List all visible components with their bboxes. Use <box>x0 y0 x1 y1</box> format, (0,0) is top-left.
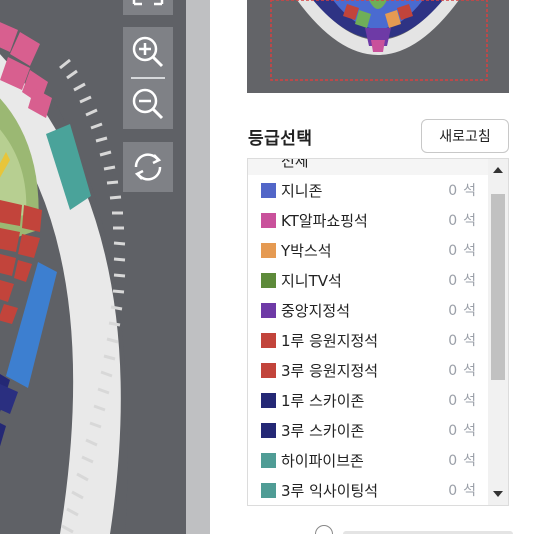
seat-count-unit: 석 <box>463 303 476 319</box>
scroll-up-button[interactable] <box>488 161 508 179</box>
grade-option[interactable]: 전체 <box>248 159 488 175</box>
seat-count-number: 0 <box>448 183 458 199</box>
stadium-minimap[interactable] <box>247 0 509 93</box>
minimap-graphic <box>270 0 488 81</box>
grade-list-scrollbar[interactable] <box>488 159 508 505</box>
grade-option[interactable]: 지니TV석 0 석 <box>248 265 488 295</box>
grade-label: 3루 응원지정석 <box>281 361 379 380</box>
seat-count-number: 0 <box>448 423 458 439</box>
grade-label: 3루 익사이팅석 <box>281 481 379 500</box>
grade-label: Y박스석 <box>281 241 332 260</box>
panel-divider <box>186 0 210 534</box>
grade-seat-count: 0석 <box>448 480 476 500</box>
grade-label: 지니존 <box>281 181 323 200</box>
grade-label: 1루 스카이존 <box>281 391 365 410</box>
seat-count-unit: 석 <box>463 393 476 409</box>
grade-option[interactable]: 지니존 0 석 <box>248 175 488 205</box>
fullscreen-icon <box>132 0 164 6</box>
grade-color-swatch <box>261 422 276 438</box>
reset-map-button[interactable] <box>123 142 173 192</box>
grade-option[interactable]: KT알파쇼핑석 0 석 <box>248 205 488 235</box>
seat-count-unit: 석 <box>463 483 476 499</box>
grade-select-panel: 등급선택 새로고침 전체 지니존 0 석 KT알파쇼핑석 0 석 Y박스석 0 석 지니TV석 0 석 중… <box>210 0 536 534</box>
grade-option[interactable]: Y박스석 0 석 <box>248 235 488 265</box>
grade-color-swatch <box>261 242 276 258</box>
grade-seat-count: 0석 <box>448 240 476 260</box>
grade-select-title: 등급선택 <box>248 129 313 149</box>
seat-count-number: 0 <box>448 393 458 409</box>
seat-count-unit: 석 <box>463 423 476 439</box>
grade-label: 전체 <box>281 159 309 170</box>
refresh-icon <box>134 153 162 181</box>
grade-label: KT알파쇼핑석 <box>281 211 368 230</box>
grade-color-swatch <box>261 392 276 408</box>
scroll-down-button[interactable] <box>488 485 508 503</box>
refresh-button[interactable]: 새로고침 <box>421 119 509 153</box>
grade-label: 하이파이브존 <box>281 451 364 470</box>
grade-color-swatch <box>261 452 276 468</box>
zoom-out-icon <box>132 88 164 120</box>
grade-option[interactable]: 3루 익사이팅석 0 석 <box>248 475 488 505</box>
grade-seat-count: 0석 <box>448 450 476 470</box>
grade-option[interactable]: 3루 스카이존 0 석 <box>248 415 488 445</box>
seat-count-number: 0 <box>448 333 458 349</box>
seat-count-unit: 석 <box>463 333 476 349</box>
grade-seat-count: 0석 <box>448 330 476 350</box>
grade-seat-count: 0석 <box>448 210 476 230</box>
seat-map[interactable] <box>0 0 186 534</box>
grade-color-swatch <box>261 332 276 348</box>
zoom-controls <box>123 27 173 129</box>
grade-seat-count: 0석 <box>448 300 476 320</box>
arrow-up-icon <box>493 167 503 173</box>
seat-count-unit: 석 <box>463 453 476 469</box>
grade-option[interactable]: 하이파이브존 0 석 <box>248 445 488 475</box>
grade-list-rows: 전체 지니존 0 석 KT알파쇼핑석 0 석 Y박스석 0 석 지니TV석 0 석 중앙지정석 0 석 1루 응… <box>248 159 488 505</box>
arrow-down-icon <box>493 491 503 497</box>
radio-icon <box>315 525 333 534</box>
grade-seat-count: 0석 <box>448 360 476 380</box>
seat-count-unit: 석 <box>463 363 476 379</box>
grade-color-swatch <box>261 272 276 288</box>
grade-color-swatch <box>261 302 276 318</box>
seat-count-unit: 석 <box>463 213 476 229</box>
seat-count-number: 0 <box>448 483 458 499</box>
grade-color-swatch <box>261 362 276 378</box>
zoom-out-button[interactable] <box>123 79 173 129</box>
seat-count-number: 0 <box>448 243 458 259</box>
seat-count-number: 0 <box>448 453 458 469</box>
grade-list: 전체 지니존 0 석 KT알파쇼핑석 0 석 Y박스석 0 석 지니TV석 0 석 중앙지정석 0 석 1루 응… <box>247 158 509 506</box>
grade-seat-count: 0석 <box>448 180 476 200</box>
grade-label: 3루 스카이존 <box>281 421 365 440</box>
grade-seat-count: 0석 <box>448 390 476 410</box>
seat-count-unit: 석 <box>463 273 476 289</box>
zoom-in-button[interactable] <box>123 27 173 77</box>
seat-count-number: 0 <box>448 273 458 289</box>
grade-label: 지니TV석 <box>281 271 342 290</box>
grade-seat-count: 0석 <box>448 270 476 290</box>
grade-option[interactable]: 1루 스카이존 0 석 <box>248 385 488 415</box>
grade-color-swatch <box>261 212 276 228</box>
bottom-notice-cut <box>315 525 515 534</box>
grade-color-swatch <box>261 182 276 198</box>
seat-count-number: 0 <box>448 213 458 229</box>
grade-color-swatch <box>261 482 276 498</box>
grade-label: 중앙지정석 <box>281 301 351 320</box>
grade-label: 1루 응원지정석 <box>281 331 379 350</box>
fullscreen-button[interactable] <box>123 0 173 15</box>
grade-option[interactable]: 1루 응원지정석 0 석 <box>248 325 488 355</box>
seat-count-unit: 석 <box>463 183 476 199</box>
scrollbar-thumb[interactable] <box>491 194 505 380</box>
grade-option[interactable]: 3루 응원지정석 0 석 <box>248 355 488 385</box>
seat-count-number: 0 <box>448 303 458 319</box>
grade-option[interactable]: 중앙지정석 0 석 <box>248 295 488 325</box>
zoom-in-icon <box>132 36 164 68</box>
seat-count-unit: 석 <box>463 243 476 259</box>
grade-seat-count: 0석 <box>448 420 476 440</box>
seat-count-number: 0 <box>448 363 458 379</box>
